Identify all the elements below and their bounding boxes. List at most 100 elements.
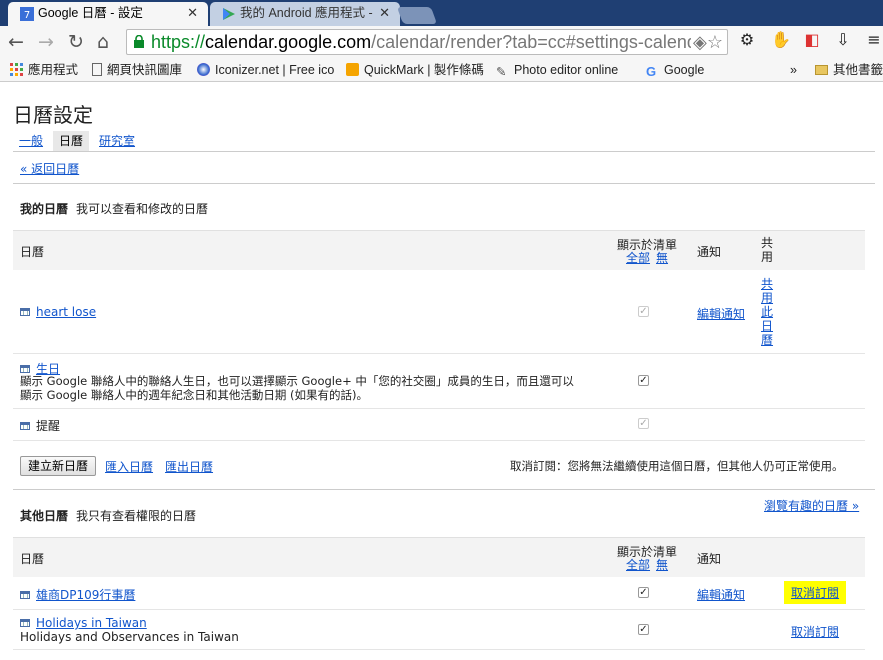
google-g-icon: G	[646, 64, 657, 79]
calendar-icon	[20, 308, 30, 316]
browser-toolbar: ← → ↻ ⌂ https://calendar.google.com/cale…	[0, 26, 883, 58]
calendar-icon	[20, 422, 30, 430]
show-in-list-checkbox[interactable]: ✓	[638, 306, 649, 317]
select-none-link[interactable]: 無	[656, 556, 668, 573]
other-calendars-heading: 其他日曆 我只有查看權限的日曆	[20, 509, 197, 523]
my-calendars-header-row	[13, 230, 865, 270]
browser-tab-strip: 7 Google 日曆 - 設定 ✕ 我的 Android 應用程式 - ✕	[0, 0, 883, 26]
new-tab-button[interactable]	[396, 7, 438, 24]
bookmark-item[interactable]: 網頁快訊圖庫	[92, 58, 182, 82]
gear-icon[interactable]: ⚙	[738, 31, 756, 49]
calendar-description: Holidays and Observances in Taiwan	[20, 630, 239, 644]
select-all-link[interactable]: 全部	[626, 249, 650, 266]
quickmark-icon	[346, 63, 359, 76]
create-calendar-button[interactable]: 建立新日曆	[20, 456, 97, 476]
share-calendar-link[interactable]: 共 用 此 日 曆	[761, 277, 773, 347]
close-tab-icon[interactable]: ✕	[187, 2, 198, 24]
calendar-row-reminders: 提醒	[20, 417, 60, 434]
calendar-row-dp109: 雄商DP109行事曆	[20, 586, 135, 603]
bookmark-item[interactable]: G Google	[646, 58, 704, 82]
calendar-row-holidays-taiwan: Holidays in Taiwan	[20, 616, 147, 630]
url-path: /calendar/render?tab=cc#settings-calend	[371, 32, 697, 52]
select-none-link[interactable]: 無	[656, 249, 668, 266]
column-header-calendar: 日曆	[20, 552, 45, 566]
browse-interesting-calendars-link[interactable]: 瀏覽有趣的日曆 »	[764, 497, 859, 514]
row-divider	[13, 353, 865, 354]
calendar-name-link[interactable]: 雄商DP109行事曆	[36, 588, 135, 602]
download-icon[interactable]: ⇩	[834, 31, 852, 49]
divider	[13, 489, 875, 490]
calendar-name-link[interactable]: heart lose	[36, 305, 96, 319]
reload-icon[interactable]: ↻	[68, 30, 84, 54]
close-tab-icon[interactable]: ✕	[379, 2, 390, 24]
extension-icon[interactable]: ◧	[803, 31, 821, 49]
calendar-icon	[20, 591, 30, 599]
lock-icon	[134, 35, 144, 48]
tab-general[interactable]: 一般	[19, 131, 43, 151]
google-play-icon	[223, 8, 235, 20]
page-icon	[92, 63, 102, 76]
column-header-calendar: 日曆	[20, 245, 45, 259]
export-calendar-link[interactable]: 匯出日曆	[165, 458, 213, 475]
brush-icon: ✎	[496, 65, 507, 79]
calendar-name: 提醒	[36, 419, 61, 433]
address-bar[interactable]: https://calendar.google.com/calendar/ren…	[126, 29, 728, 55]
calendar-row-heart-lose: heart lose	[20, 305, 96, 319]
show-in-list-checkbox[interactable]: ✓	[638, 418, 649, 429]
bookmark-item[interactable]: ✎ Photo editor online	[496, 58, 618, 82]
google-calendar-icon: 7	[20, 7, 34, 21]
settings-page: 日曆設定 一般 日曆 研究室 « 返回日曆 我的日曆 我可以查看和修改的日曆 日曆…	[0, 83, 883, 660]
column-header-share: 共 用	[761, 236, 774, 264]
bookmarks-bar: 應用程式 網頁快訊圖庫 Iconizer.net | Free ico Quic…	[0, 58, 883, 82]
select-all-link[interactable]: 全部	[626, 556, 650, 573]
unsubscribe-link-highlighted[interactable]: 取消訂閱	[784, 581, 847, 604]
row-divider	[13, 609, 865, 610]
edit-notifications-link[interactable]: 編輯通知	[697, 305, 745, 322]
browser-tab-active[interactable]: 7 Google 日曆 - 設定 ✕	[8, 2, 208, 26]
bookmark-item[interactable]: 應用程式	[10, 58, 78, 82]
page-title: 日曆設定	[13, 103, 93, 127]
import-calendar-link[interactable]: 匯入日曆	[105, 458, 153, 475]
my-calendars-heading: 我的日曆 我可以查看和修改的日曆	[20, 202, 209, 216]
back-arrow-icon[interactable]: ←	[8, 30, 24, 54]
bookmark-item[interactable]: QuickMark | 製作條碼	[346, 58, 484, 82]
bookmark-star-icon[interactable]: ◈☆	[691, 30, 723, 54]
row-divider	[13, 649, 865, 650]
calendar-description: 顯示 Google 聯絡人中的聯絡人生日，也可以選擇顯示 Google+ 中「您…	[20, 374, 574, 402]
show-in-list-checkbox[interactable]: ✓	[638, 375, 649, 386]
tab-labs[interactable]: 研究室	[99, 131, 135, 151]
row-divider	[13, 408, 865, 409]
calendar-icon	[20, 365, 30, 373]
bookmark-item[interactable]: 其他書籤	[815, 58, 883, 82]
home-icon[interactable]: ⌂	[97, 30, 109, 54]
svg-text:7: 7	[24, 10, 30, 21]
unsubscribe-link[interactable]: 取消訂閱	[791, 623, 839, 640]
column-header-notify: 通知	[697, 552, 722, 566]
row-divider	[13, 440, 865, 441]
apps-grid-icon	[10, 63, 23, 76]
calendar-name-link[interactable]: Holidays in Taiwan	[36, 616, 147, 630]
unsubscribe-note: 取消訂閱：您將無法繼續使用這個日曆，但其他人仍可正常使用。	[510, 459, 844, 473]
forward-arrow-icon[interactable]: →	[38, 30, 54, 54]
browser-tab[interactable]: 我的 Android 應用程式 - ✕	[210, 2, 400, 26]
calendar-icon	[20, 619, 30, 627]
bookmarks-overflow-button[interactable]: »	[790, 58, 797, 82]
bookmark-item[interactable]: Iconizer.net | Free ico	[197, 58, 334, 82]
show-in-list-checkbox[interactable]: ✓	[638, 587, 649, 598]
back-to-calendar-link[interactable]: « 返回日曆	[20, 160, 79, 177]
divider	[13, 183, 875, 184]
browser-tab-title: Google 日曆 - 設定	[38, 6, 143, 20]
menu-icon[interactable]: ≡	[865, 31, 883, 49]
folder-icon	[815, 65, 828, 75]
edit-notifications-link[interactable]: 編輯通知	[697, 586, 745, 603]
tab-calendars[interactable]: 日曆	[53, 131, 90, 151]
other-calendars-header-row	[13, 537, 865, 577]
iconizer-icon	[197, 63, 210, 76]
url-host: calendar.google.com	[205, 32, 372, 52]
url-scheme: https://	[151, 32, 206, 52]
extension-icon[interactable]: ✋	[771, 31, 791, 49]
divider	[13, 151, 875, 152]
browser-tab-title: 我的 Android 應用程式 -	[240, 6, 373, 20]
show-in-list-checkbox[interactable]: ✓	[638, 624, 649, 635]
column-header-notify: 通知	[697, 245, 722, 259]
